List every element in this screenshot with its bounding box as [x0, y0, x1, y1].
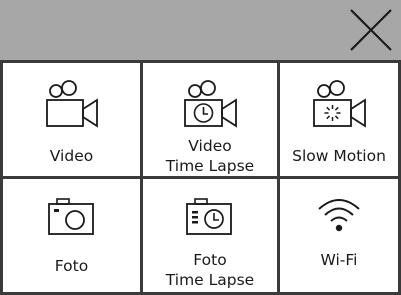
mode-slow-motion[interactable]: Slow Motion: [280, 60, 401, 179]
close-icon: [350, 9, 392, 51]
photo-camera-icon: [47, 198, 94, 235]
mode-foto-label: Foto: [54, 257, 89, 275]
mode-wifi[interactable]: Wi-Fi: [280, 179, 401, 295]
close-button[interactable]: [345, 4, 397, 56]
mode-grid: Video Video Time Lapse Slow Motion Foto …: [0, 60, 401, 295]
mode-foto-time-lapse-label-1: Foto: [193, 251, 227, 269]
photo-time-lapse-icon: [186, 198, 232, 235]
mode-video-time-lapse-label-1: Video: [188, 137, 232, 155]
mode-foto-time-lapse-label-2: Time Lapse: [165, 271, 255, 289]
mode-foto-time-lapse[interactable]: Foto Time Lapse: [143, 179, 280, 295]
mode-video-time-lapse-label-2: Time Lapse: [165, 157, 255, 175]
title-bar: [0, 0, 401, 60]
mode-menu-screen: Video Video Time Lapse Slow Motion Foto …: [0, 0, 401, 295]
video-time-lapse-icon: [184, 80, 237, 128]
mode-wifi-label: Wi-Fi: [320, 251, 358, 269]
video-camera-icon: [45, 80, 98, 128]
mode-slow-motion-label: Slow Motion: [292, 147, 386, 165]
slow-motion-camera-icon: [313, 80, 366, 128]
wifi-icon: [318, 199, 360, 232]
mode-foto[interactable]: Foto: [0, 179, 143, 295]
mode-video-time-lapse[interactable]: Video Time Lapse: [143, 60, 280, 179]
mode-video-label: Video: [49, 147, 94, 165]
mode-video[interactable]: Video: [0, 60, 143, 179]
